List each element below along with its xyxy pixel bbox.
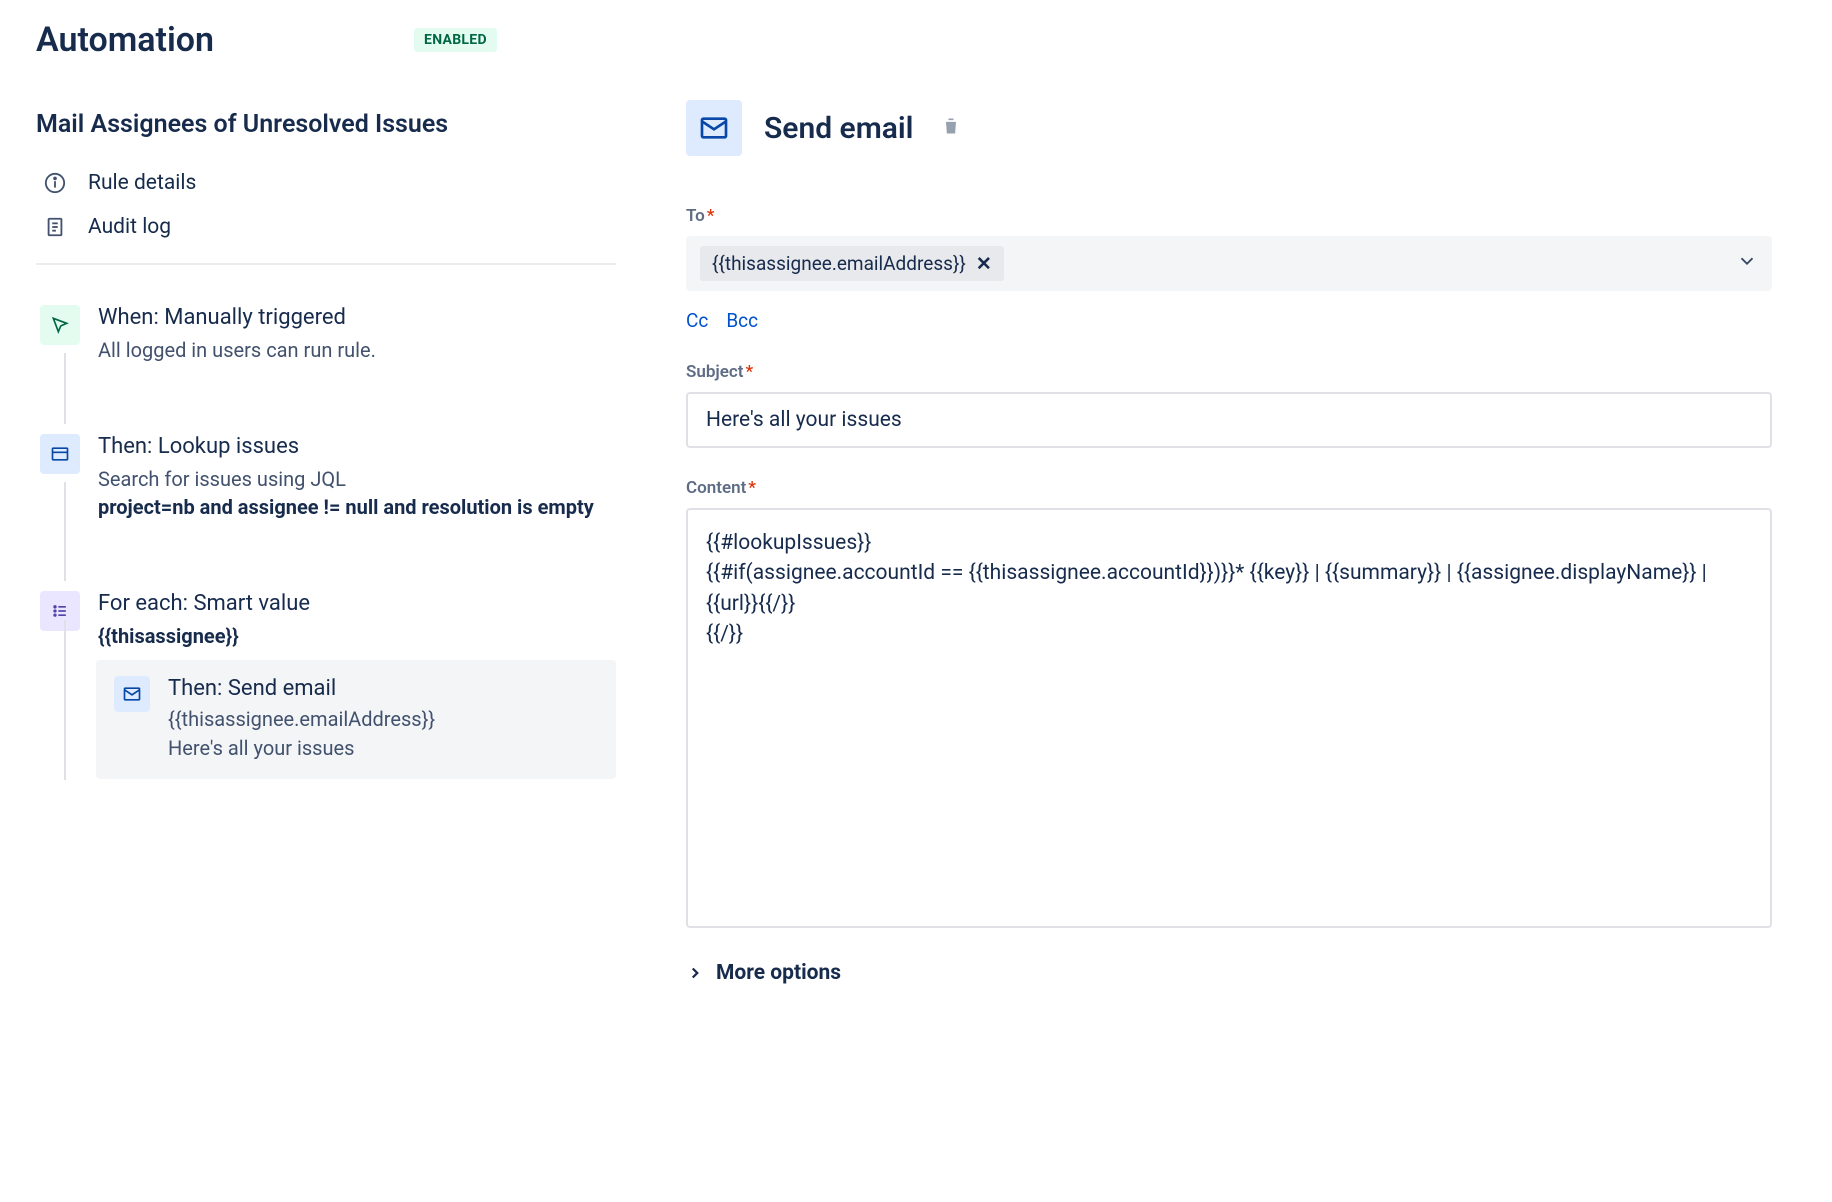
to-label: To* bbox=[686, 206, 1772, 226]
menu-rule-details-label: Rule details bbox=[88, 171, 196, 195]
panel-title: Send email bbox=[764, 111, 913, 146]
menu-rule-details[interactable]: Rule details bbox=[36, 161, 616, 205]
content-textarea[interactable] bbox=[686, 508, 1772, 928]
cc-link[interactable]: Cc bbox=[686, 309, 708, 332]
status-badge: ENABLED bbox=[414, 28, 497, 52]
page-title: Automation bbox=[36, 20, 214, 60]
menu-audit-log-label: Audit log bbox=[88, 215, 171, 239]
chevron-right-icon bbox=[686, 964, 704, 982]
content-label: Content* bbox=[686, 478, 1772, 498]
flow-send-email-card[interactable]: Then: Send email {{thisassignee.emailAdd… bbox=[96, 660, 616, 779]
list-icon bbox=[40, 591, 80, 631]
to-dropdown[interactable] bbox=[1736, 250, 1758, 277]
flow-lookup-jql: project=nb and assignee != null and reso… bbox=[98, 495, 594, 519]
bcc-link[interactable]: Bcc bbox=[726, 309, 758, 332]
jql-icon bbox=[40, 434, 80, 474]
menu-audit-log[interactable]: Audit log bbox=[36, 205, 616, 249]
delete-button[interactable] bbox=[941, 116, 961, 141]
trash-icon bbox=[941, 116, 961, 136]
flow-foreach-value: {{thisassignee}} bbox=[98, 624, 239, 648]
more-options-label: More options bbox=[716, 961, 841, 985]
page-header: Automation ENABLED bbox=[36, 20, 616, 60]
subject-label: Subject* bbox=[686, 362, 1772, 382]
panel-header: Send email bbox=[686, 100, 1772, 156]
mail-icon bbox=[114, 676, 150, 712]
flow-foreach-title: For each: Smart value bbox=[98, 591, 616, 616]
card-line2: Here's all your issues bbox=[168, 734, 435, 763]
flow-lookup-sub: Search for issues using JQL bbox=[98, 467, 346, 491]
chip-remove[interactable]: ✕ bbox=[976, 252, 992, 275]
cursor-icon bbox=[40, 305, 80, 345]
to-chip: {{thisassignee.emailAddress}} ✕ bbox=[700, 246, 1004, 281]
flow-trigger[interactable]: When: Manually triggered All logged in u… bbox=[40, 305, 616, 364]
card-line1: {{thisassignee.emailAddress}} bbox=[168, 705, 435, 734]
flow-lookup[interactable]: Then: Lookup issues Search for issues us… bbox=[40, 434, 616, 521]
flow-trigger-sub: All logged in users can run rule. bbox=[98, 336, 616, 364]
flow-lookup-title: Then: Lookup issues bbox=[98, 434, 616, 459]
card-title: Then: Send email bbox=[168, 676, 435, 701]
to-chip-text: {{thisassignee.emailAddress}} bbox=[712, 252, 966, 275]
divider bbox=[36, 263, 616, 265]
rule-name: Mail Assignees of Unresolved Issues bbox=[36, 110, 616, 139]
to-field[interactable]: {{thisassignee.emailAddress}} ✕ bbox=[686, 236, 1772, 291]
document-icon bbox=[44, 216, 66, 238]
more-options-toggle[interactable]: More options bbox=[686, 961, 1772, 985]
chevron-down-icon bbox=[1736, 250, 1758, 272]
subject-input[interactable] bbox=[686, 392, 1772, 448]
mail-icon bbox=[686, 100, 742, 156]
info-icon bbox=[44, 172, 66, 194]
flow-foreach[interactable]: For each: Smart value {{thisassignee}} bbox=[40, 591, 616, 650]
flow-trigger-title: When: Manually triggered bbox=[98, 305, 616, 330]
